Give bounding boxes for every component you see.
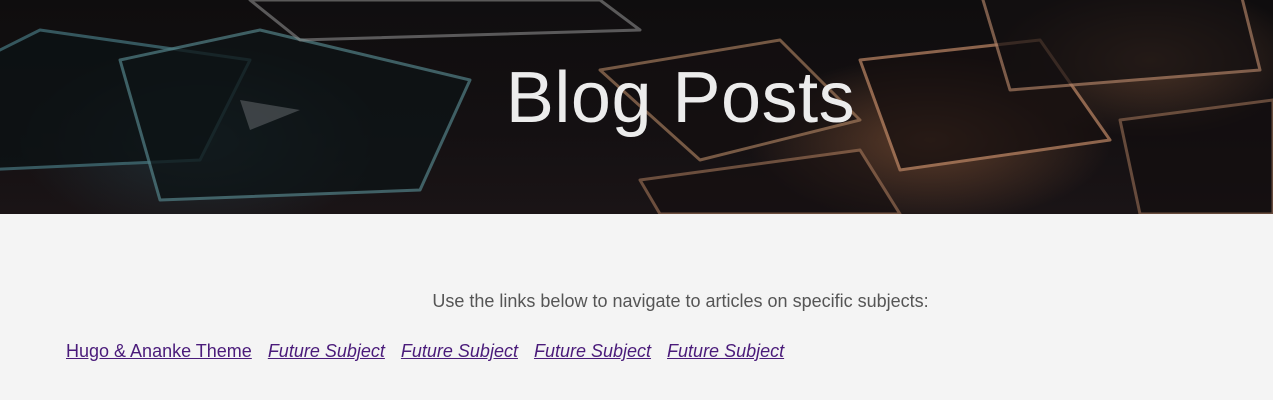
intro-text: Use the links below to navigate to artic… (432, 291, 929, 311)
subject-links: Hugo & Ananke Theme Future Subject Futur… (66, 341, 795, 362)
link-future-subject[interactable]: Future Subject (401, 341, 518, 361)
link-future-subject[interactable]: Future Subject (667, 341, 784, 361)
main-content: Use the links below to navigate to artic… (0, 214, 1273, 400)
page-title: Blog Posts (505, 58, 856, 138)
link-hugo-ananke-theme[interactable]: Hugo & Ananke Theme (66, 341, 252, 361)
link-future-subject[interactable]: Future Subject (534, 341, 651, 361)
link-future-subject[interactable]: Future Subject (268, 341, 385, 361)
hero-banner: Blog Posts (0, 0, 1273, 214)
